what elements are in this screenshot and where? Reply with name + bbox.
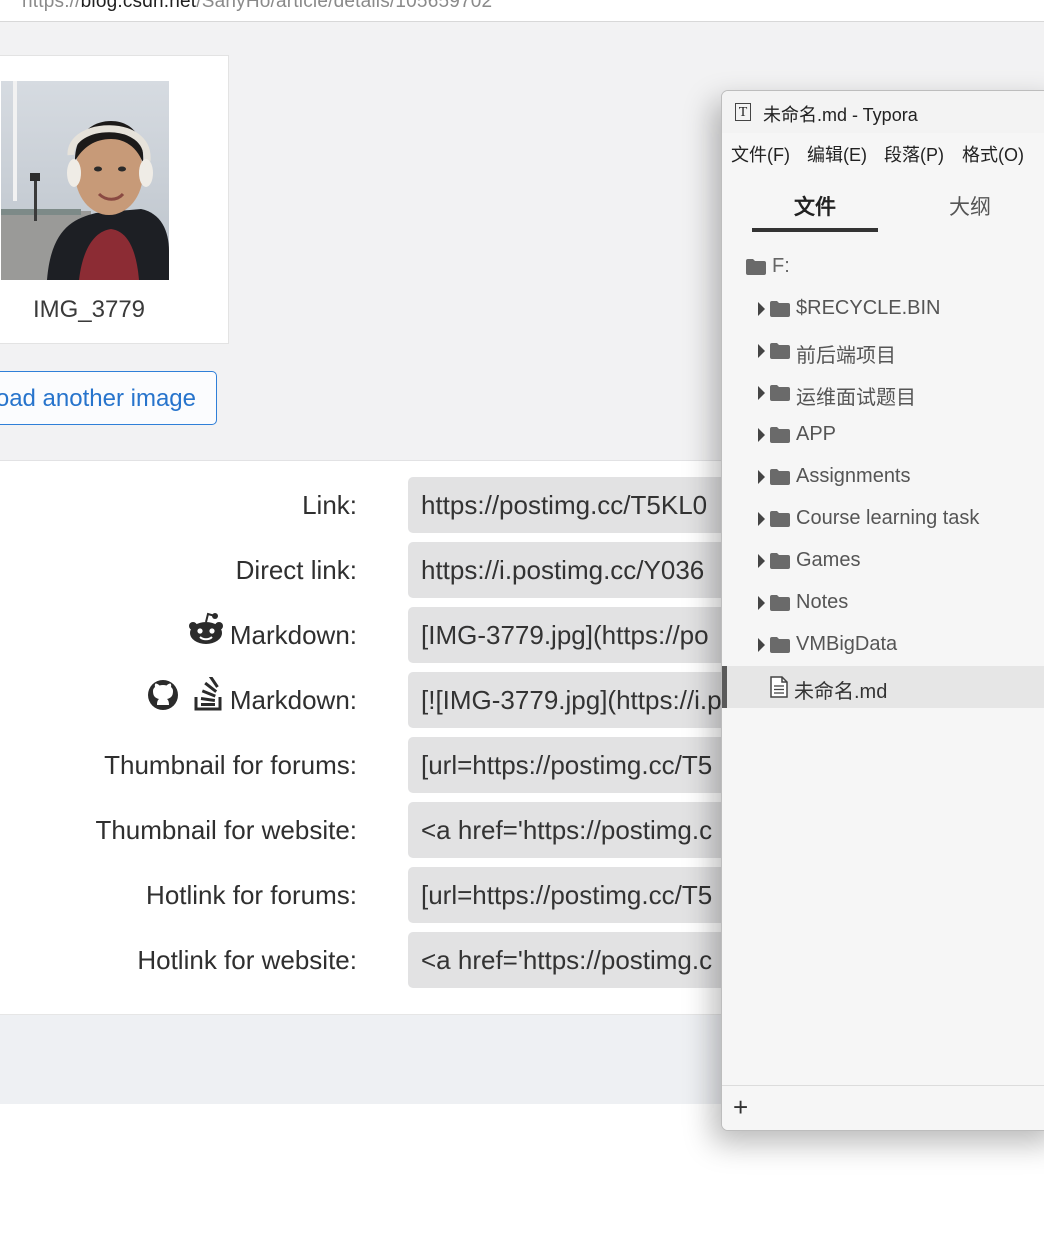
typora-window: T 未命名.md - Typora 文件(F) 编辑(E) 段落(P) 格式(O… bbox=[721, 90, 1044, 1131]
folder-icon bbox=[770, 595, 790, 616]
browser-address-bar[interactable]: https://blog.csdn.net/SanyHo/article/det… bbox=[0, 0, 1044, 22]
expand-arrow-icon[interactable] bbox=[758, 344, 765, 358]
tree-folder[interactable]: Assignments bbox=[722, 456, 1044, 498]
uploaded-photo[interactable] bbox=[1, 81, 169, 280]
menu-bar: 文件(F) 编辑(E) 段落(P) 格式(O) bbox=[722, 133, 1044, 171]
link-label: Link: bbox=[302, 490, 357, 520]
expand-arrow-icon[interactable] bbox=[758, 596, 765, 610]
reddit-icon bbox=[188, 609, 224, 665]
image-caption: IMG_3779 bbox=[32, 296, 146, 323]
window-title: 未命名.md - Typora bbox=[763, 105, 918, 125]
reddit-markdown-value-field[interactable]: [IMG-3779.jpg](https://po bbox=[408, 607, 738, 663]
typora-app-icon: T bbox=[735, 103, 751, 121]
hotlink-website-label: Hotlink for website: bbox=[137, 945, 357, 975]
tree-root-drive[interactable]: F: bbox=[722, 246, 1044, 288]
tab-outline[interactable]: 大纲 bbox=[949, 191, 991, 221]
tab-files[interactable]: 文件 bbox=[794, 191, 836, 221]
tree-folder[interactable]: VMBigData bbox=[722, 624, 1044, 666]
selection-indicator bbox=[722, 666, 727, 708]
sidebar-statusbar: + bbox=[722, 1085, 1044, 1130]
folder-icon bbox=[770, 469, 790, 490]
thumbnail-website-label: Thumbnail for website: bbox=[95, 815, 357, 845]
folder-icon bbox=[770, 511, 790, 532]
github-icon bbox=[147, 674, 179, 730]
typora-titlebar[interactable]: T 未命名.md - Typora bbox=[722, 91, 1044, 133]
expand-arrow-icon[interactable] bbox=[758, 470, 765, 484]
tree-folder[interactable]: $RECYCLE.BIN bbox=[722, 288, 1044, 330]
thumbnail-website-value-field[interactable]: <a href='https://postimg.c bbox=[408, 802, 738, 858]
folder-name: Games bbox=[796, 549, 861, 571]
folder-icon bbox=[770, 553, 790, 574]
folder-icon bbox=[746, 259, 766, 280]
folder-icon bbox=[770, 343, 790, 364]
new-file-plus-button[interactable]: + bbox=[733, 1094, 748, 1120]
expand-arrow-icon[interactable] bbox=[758, 512, 765, 526]
folder-name: Notes bbox=[796, 591, 849, 613]
active-tab-indicator bbox=[752, 228, 878, 232]
stackoverflow-icon bbox=[192, 674, 224, 730]
menu-edit[interactable]: 编辑(E) bbox=[807, 141, 867, 167]
tree-folder[interactable]: APP bbox=[722, 414, 1044, 456]
link-value-field[interactable]: https://postimg.cc/T5KL0 bbox=[408, 477, 738, 533]
hotlink-forums-label: Hotlink for forums: bbox=[146, 880, 357, 910]
expand-arrow-icon[interactable] bbox=[758, 386, 765, 400]
folder-name: $RECYCLE.BIN bbox=[796, 297, 941, 319]
folder-name: 运维面试题目 bbox=[796, 387, 916, 409]
url-text: https://blog.csdn.net/SanyHo/article/det… bbox=[22, 0, 493, 12]
direct-link-label: Direct link: bbox=[235, 555, 357, 585]
hotlink-forums-value-field[interactable]: [url=https://postimg.cc/T5 bbox=[408, 867, 738, 923]
github-markdown-value-field[interactable]: [![IMG-3779.jpg](https://i.p bbox=[408, 672, 738, 728]
thumbnail-forums-value-field[interactable]: [url=https://postimg.cc/T5 bbox=[408, 737, 738, 793]
tree-root-label: F: bbox=[772, 255, 790, 277]
folder-name: VMBigData bbox=[796, 633, 898, 655]
folder-icon bbox=[770, 301, 790, 322]
folder-name: Assignments bbox=[796, 465, 911, 487]
hotlink-website-value-field[interactable]: <a href='https://postimg.c bbox=[408, 932, 738, 988]
expand-arrow-icon[interactable] bbox=[758, 302, 765, 316]
document-icon bbox=[770, 676, 788, 703]
expand-arrow-icon[interactable] bbox=[758, 638, 765, 652]
folder-icon bbox=[770, 385, 790, 406]
image-preview-card: IMG_3779 bbox=[0, 55, 229, 344]
tree-file-selected[interactable]: 未命名.md bbox=[722, 666, 1044, 708]
menu-format[interactable]: 格式(O) bbox=[962, 141, 1024, 167]
reddit-markdown-label: Markdown: bbox=[188, 607, 357, 663]
expand-arrow-icon[interactable] bbox=[758, 554, 765, 568]
tree-folder[interactable]: Games bbox=[722, 540, 1044, 582]
expand-arrow-icon[interactable] bbox=[758, 428, 765, 442]
menu-file[interactable]: 文件(F) bbox=[731, 141, 790, 167]
tree-folder[interactable]: Notes bbox=[722, 582, 1044, 624]
folder-icon bbox=[770, 637, 790, 658]
thumbnail-forums-label: Thumbnail for forums: bbox=[104, 750, 357, 780]
tree-folder[interactable]: Course learning task bbox=[722, 498, 1044, 540]
tree-folder[interactable]: 前后端项目 bbox=[722, 330, 1044, 372]
folder-name: 前后端项目 bbox=[796, 345, 896, 367]
menu-paragraph[interactable]: 段落(P) bbox=[884, 141, 944, 167]
upload-another-image-button[interactable]: load another image bbox=[0, 371, 217, 425]
folder-icon bbox=[770, 427, 790, 448]
folder-name: Course learning task bbox=[796, 507, 980, 529]
folder-name: APP bbox=[796, 423, 837, 445]
file-name: 未命名.md bbox=[794, 681, 888, 703]
github-markdown-label: Markdown: bbox=[147, 672, 357, 728]
tree-folder[interactable]: 运维面试题目 bbox=[722, 372, 1044, 414]
direct-link-value-field[interactable]: https://i.postimg.cc/Y036 bbox=[408, 542, 738, 598]
